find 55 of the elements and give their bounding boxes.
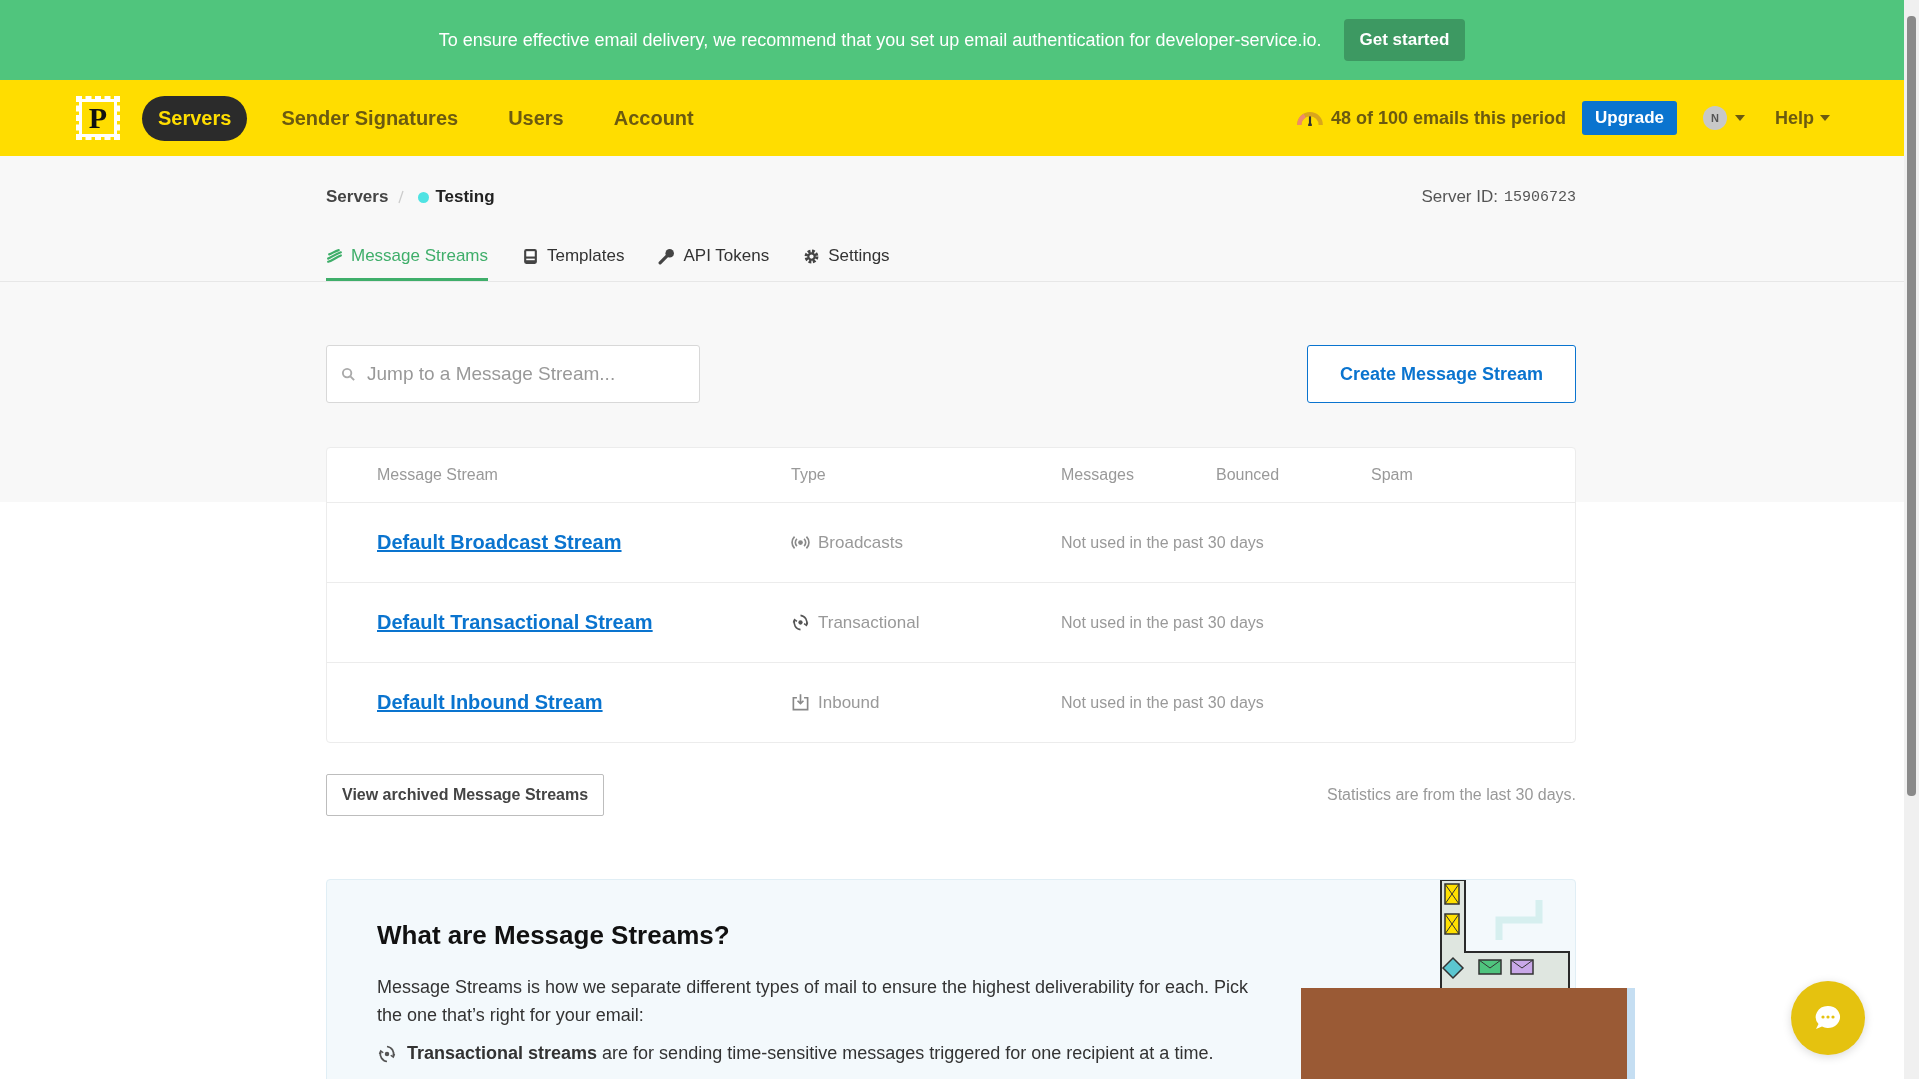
view-archived-button[interactable]: View archived Message Streams — [326, 774, 605, 816]
info-item-text: Transactional streams are for sending time-sensitive messages triggered for one recipient at a time. — [407, 1043, 1214, 1064]
search-icon — [341, 367, 356, 382]
stream-type: Inbound — [818, 692, 880, 713]
usage-text: 48 of 100 emails this period — [1330, 107, 1566, 129]
tab[interactable]: Message Streams — [326, 246, 488, 281]
info-heading: What are Message Streams? — [377, 920, 731, 951]
column-header: Spam — [1371, 466, 1414, 484]
stream-link[interactable]: Default Transactional Stream — [377, 611, 653, 633]
column-header: Type — [791, 466, 827, 484]
streams-icon — [326, 247, 343, 265]
settings-icon — [803, 247, 821, 265]
tab[interactable]: Settings — [803, 246, 890, 281]
table-cell-text: Not used in the past 30 days — [1061, 613, 1265, 632]
nav-link[interactable]: Servers — [142, 95, 248, 141]
column-header: Message Stream — [377, 466, 499, 484]
caret-icon — [1820, 115, 1830, 121]
chat-bubble-icon — [1813, 1004, 1843, 1032]
column-header: Messages — [1061, 466, 1135, 484]
search-field[interactable]: Jump to a Message Stream... — [326, 345, 700, 403]
gauge-icon — [1296, 110, 1323, 126]
breadcrumb-separator-icon — [398, 190, 405, 204]
inbox-icon — [791, 693, 810, 712]
tab[interactable]: Templates — [522, 246, 625, 281]
nav-link[interactable]: Sender Signatures — [265, 95, 475, 141]
server-id-value: 15906723 — [1504, 188, 1576, 206]
table-cell-text: Not used in the past 30 days — [1061, 533, 1265, 552]
stream-link[interactable]: Default Broadcast Stream — [377, 531, 622, 553]
info-paragraph: Message Streams is how we separate different types of mail to ensure the highest deliverability for each. Pick the one that’s right for your email: — [377, 976, 1250, 1027]
cycle-icon — [791, 613, 810, 632]
banner-message: To ensure effective email delivery, we recommend that you set up email authentication for developer-service.io. — [438, 29, 1322, 51]
stream-link[interactable]: Default Inbound Stream — [377, 691, 603, 713]
broadcast-icon — [791, 533, 810, 552]
stats-note: Statistics are from the last 30 days. — [1327, 786, 1576, 804]
caret-icon — [1735, 115, 1745, 121]
create-stream-button[interactable]: Create Message Stream — [1307, 345, 1576, 403]
key-icon — [658, 247, 676, 265]
get-started-button[interactable]: Get started — [1343, 19, 1466, 61]
nav-link[interactable]: Account — [597, 95, 710, 141]
tab[interactable]: API Tokens — [658, 246, 770, 281]
table-cell-text: Not used in the past 30 days — [1061, 693, 1265, 712]
avatar[interactable]: N — [1703, 106, 1727, 130]
breadcrumb-current: Testing — [435, 187, 495, 207]
help-menu[interactable]: Help — [1775, 107, 1830, 129]
logo-stamp[interactable]: P — [76, 96, 120, 140]
template-icon — [522, 247, 539, 265]
stream-type: Broadcasts — [818, 532, 904, 553]
breadcrumb-link[interactable]: Servers — [326, 187, 389, 207]
column-header: Bounced — [1216, 466, 1281, 484]
cycle-icon — [377, 1043, 397, 1064]
nav-link[interactable]: Users — [492, 95, 580, 141]
stream-type: Transactional — [818, 612, 920, 633]
scrollbar[interactable] — [1904, 0, 1919, 1079]
server-id-label: Server ID: — [1421, 187, 1498, 207]
upgrade-button[interactable]: Upgrade — [1582, 101, 1677, 135]
